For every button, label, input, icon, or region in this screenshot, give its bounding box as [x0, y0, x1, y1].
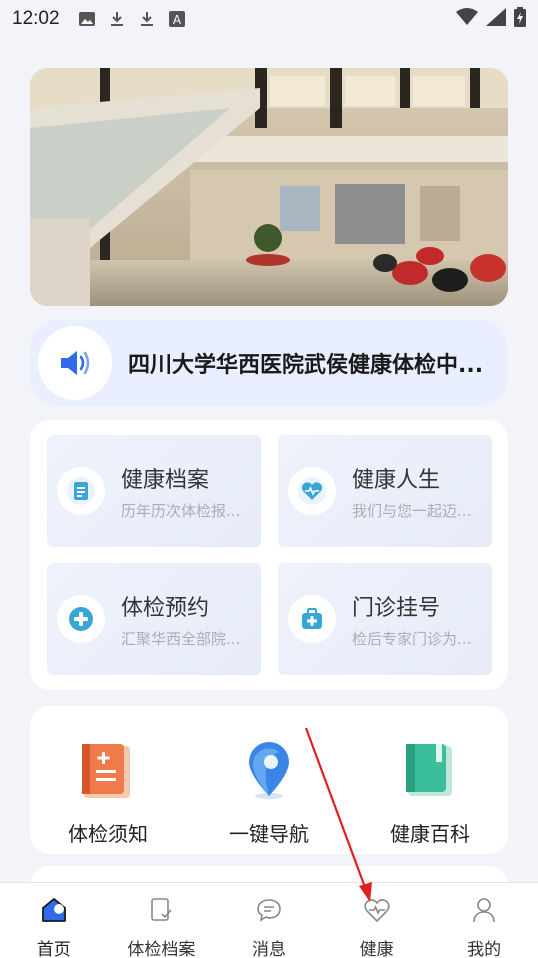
battery-icon — [514, 6, 526, 32]
heart-pulse-icon — [288, 467, 336, 515]
notice-text: 四川大学华西医院武侯健康体检中... — [128, 353, 484, 378]
service-checkup-booking[interactable]: 体检预约 汇聚华西全部院... — [47, 563, 261, 675]
status-bar: 12:02 A — [0, 0, 538, 38]
quick-label: 体检须知 — [68, 822, 148, 846]
tab-label: 首页 — [36, 940, 71, 958]
quick-health-encyclopedia[interactable]: 健康百科 — [360, 740, 500, 847]
medkit-icon — [288, 595, 336, 643]
home-icon — [40, 897, 68, 927]
health-icon — [363, 897, 391, 927]
plus-circle-icon — [57, 595, 105, 643]
record-icon — [148, 897, 174, 927]
wifi-icon — [456, 7, 478, 31]
status-time: 12:02 — [12, 8, 60, 29]
quick-checkup-notice[interactable]: 体检须知 — [38, 740, 178, 847]
quick-label: 健康百科 — [390, 822, 470, 846]
service-title: 健康人生 — [352, 467, 441, 493]
signal-icon — [486, 7, 506, 31]
archive-icon — [57, 467, 105, 515]
banner-image[interactable] — [30, 68, 508, 306]
encyclopedia-book-icon — [400, 740, 460, 806]
tab-label: 健康 — [359, 940, 394, 958]
service-subtitle: 历年历次体检报... — [121, 501, 241, 520]
tab-health[interactable]: 健康 — [323, 883, 431, 958]
image-icon — [78, 10, 96, 28]
tab-mine[interactable]: 我的 — [430, 883, 538, 958]
service-subtitle: 检后专家门诊为... — [352, 629, 472, 648]
service-grid: 健康档案 历年历次体检报... 健康人生 我们与您一起迈... 体检预约 汇聚华… — [30, 420, 508, 690]
tab-label: 体检档案 — [127, 940, 196, 958]
user-icon — [471, 897, 497, 927]
service-healthy-life[interactable]: 健康人生 我们与您一起迈... — [278, 435, 492, 547]
service-health-archive[interactable]: 健康档案 历年历次体检报... — [47, 435, 261, 547]
service-subtitle: 我们与您一起迈... — [352, 501, 472, 520]
service-title: 门诊挂号 — [352, 595, 441, 621]
font-a-icon: A — [168, 10, 186, 28]
tab-checkup-records[interactable]: 体检档案 — [108, 883, 216, 958]
svg-text:A: A — [172, 13, 181, 27]
service-title: 体检预约 — [121, 595, 210, 621]
quick-navigation[interactable]: 一键导航 — [199, 740, 339, 847]
tab-messages[interactable]: 消息 — [215, 883, 323, 958]
notice-book-icon — [78, 740, 138, 806]
tab-label: 我的 — [467, 940, 502, 958]
service-title: 健康档案 — [121, 467, 210, 493]
download-icon — [108, 10, 126, 28]
notice-bar[interactable]: 四川大学华西医院武侯健康体检中... — [30, 320, 508, 406]
service-outpatient-registration[interactable]: 门诊挂号 检后专家门诊为... — [278, 563, 492, 675]
service-subtitle: 汇聚华西全部院... — [121, 629, 241, 648]
tab-label: 消息 — [251, 940, 286, 958]
bottom-tab-bar: 首页 体检档案 消息 健康 我的 — [0, 882, 538, 958]
location-pin-icon — [239, 740, 299, 806]
message-icon — [256, 897, 282, 927]
speaker-icon — [38, 326, 112, 400]
tab-home[interactable]: 首页 — [0, 883, 108, 958]
quick-label: 一键导航 — [229, 822, 309, 846]
download-icon — [138, 10, 156, 28]
quick-links: 体检须知 一键导航 健康百科 — [30, 706, 508, 854]
